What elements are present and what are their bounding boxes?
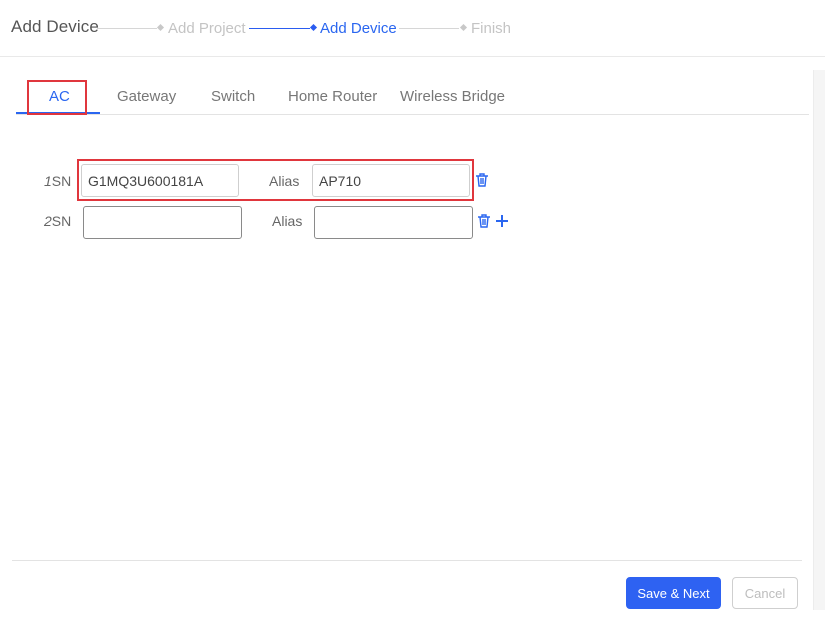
tab-switch[interactable]: Switch xyxy=(211,88,255,105)
step-add-device: Add Device xyxy=(320,20,397,37)
step-connector-active xyxy=(249,28,310,29)
row-2-sn-label: 2SN xyxy=(44,213,71,229)
sn-label-text: SN xyxy=(51,213,72,229)
content-panel xyxy=(0,70,813,610)
alias-label-1: Alias xyxy=(269,173,300,189)
save-next-button[interactable]: Save & Next xyxy=(626,577,721,609)
trash-icon[interactable] xyxy=(474,172,490,188)
sn-label-text: SN xyxy=(51,173,72,189)
tab-home-router[interactable]: Home Router xyxy=(288,88,377,105)
step-add-project: Add Project xyxy=(168,20,246,37)
scrollbar[interactable] xyxy=(813,70,825,610)
header-divider xyxy=(0,56,825,57)
step-marker-add-project xyxy=(156,23,165,32)
row-index: 1 xyxy=(44,173,52,189)
plus-icon[interactable] xyxy=(494,213,510,229)
step-connector xyxy=(97,28,157,29)
row-index: 2 xyxy=(44,213,52,229)
tab-gateway[interactable]: Gateway xyxy=(117,88,176,105)
row-1-sn-label: 1SN xyxy=(44,173,71,189)
active-tab-indicator xyxy=(16,112,100,114)
cancel-button[interactable]: Cancel xyxy=(732,577,798,609)
page-title: Add Device xyxy=(11,17,99,36)
tabs-divider xyxy=(16,114,809,115)
alias-label-2: Alias xyxy=(272,213,303,229)
alias-input-2[interactable] xyxy=(314,206,473,239)
alias-input-1[interactable] xyxy=(312,164,470,197)
sn-input-2[interactable] xyxy=(83,206,242,239)
footer-divider xyxy=(12,560,802,561)
sn-input-1[interactable] xyxy=(81,164,239,197)
tab-ac[interactable]: AC xyxy=(49,88,70,105)
trash-icon[interactable] xyxy=(476,213,492,229)
tab-wireless-bridge[interactable]: Wireless Bridge xyxy=(400,88,505,105)
step-marker-add-device xyxy=(309,23,318,32)
step-finish: Finish xyxy=(471,20,512,37)
step-connector xyxy=(399,28,459,29)
step-marker-finish xyxy=(459,23,468,32)
